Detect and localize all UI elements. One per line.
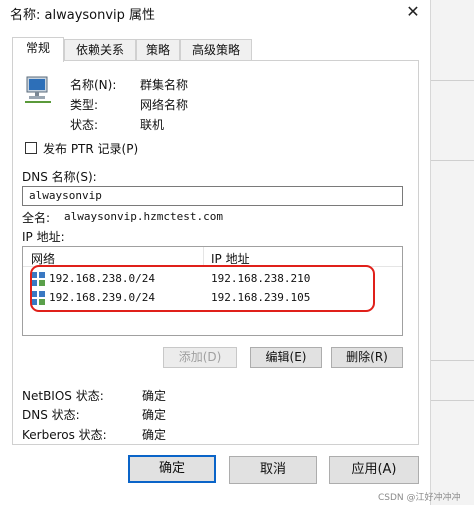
type-value: 网络名称 — [140, 98, 189, 112]
divider — [431, 80, 474, 81]
watermark: CSDN @江好冲冲冲 — [378, 493, 461, 503]
tab-advanced-policies[interactable]: 高级策略 — [180, 39, 252, 61]
divider — [431, 360, 474, 361]
fqdn-value: alwaysonvip.hzmctest.com — [64, 210, 223, 223]
publish-ptr-label[interactable]: 发布 PTR 记录(P) — [43, 140, 138, 157]
tab-policies[interactable]: 策略 — [136, 39, 180, 61]
status-value: 联机 — [140, 118, 165, 132]
dns-name-input[interactable]: alwaysonvip — [22, 186, 403, 206]
publish-ptr-checkbox[interactable] — [25, 142, 37, 154]
window-title: 名称: alwaysonvip 属性 — [10, 8, 156, 23]
column-separator[interactable] — [203, 247, 204, 267]
divider — [431, 160, 474, 161]
name-label: 名称(N): — [70, 78, 117, 92]
edit-ip-button[interactable]: 编辑(E) — [250, 347, 322, 368]
ip-section-label: IP 地址: — [22, 230, 65, 244]
add-ip-button[interactable]: 添加(D) — [163, 347, 237, 368]
dns-status-label: DNS 状态: — [22, 408, 80, 422]
close-button[interactable]: ✕ — [398, 0, 428, 26]
tab-dependencies[interactable]: 依赖关系 — [64, 39, 136, 61]
dns-status-value: 确定 — [142, 408, 167, 422]
name-value: 群集名称 — [140, 78, 189, 92]
type-label: 类型: — [70, 98, 99, 112]
status-label: 状态: — [70, 118, 99, 132]
properties-dialog: 名称: alwaysonvip 属性 ✕ 常规 依赖关系 策略 高级策略 名称(… — [0, 0, 430, 505]
netbios-status-value: 确定 — [142, 389, 167, 403]
apply-button[interactable]: 应用(A) — [329, 456, 419, 484]
highlight-annotation — [30, 265, 375, 312]
background-window — [430, 0, 474, 505]
dns-name-label: DNS 名称(S): — [22, 170, 97, 184]
ok-button[interactable]: 确定 — [128, 455, 216, 483]
delete-ip-button[interactable]: 删除(R) — [331, 347, 403, 368]
divider — [431, 400, 474, 401]
title-bar: 名称: alwaysonvip 属性 ✕ — [0, 0, 430, 30]
kerberos-status-label: Kerberos 状态: — [22, 428, 107, 442]
ip-list-header: 网络 IP 地址 — [23, 247, 402, 267]
netbios-status-label: NetBIOS 状态: — [22, 389, 104, 403]
kerberos-status-value: 确定 — [142, 428, 167, 442]
fqdn-label: 全名: — [22, 211, 51, 225]
tab-general[interactable]: 常规 — [12, 37, 64, 62]
cluster-computer-icon — [25, 76, 51, 103]
cancel-button[interactable]: 取消 — [229, 456, 317, 484]
